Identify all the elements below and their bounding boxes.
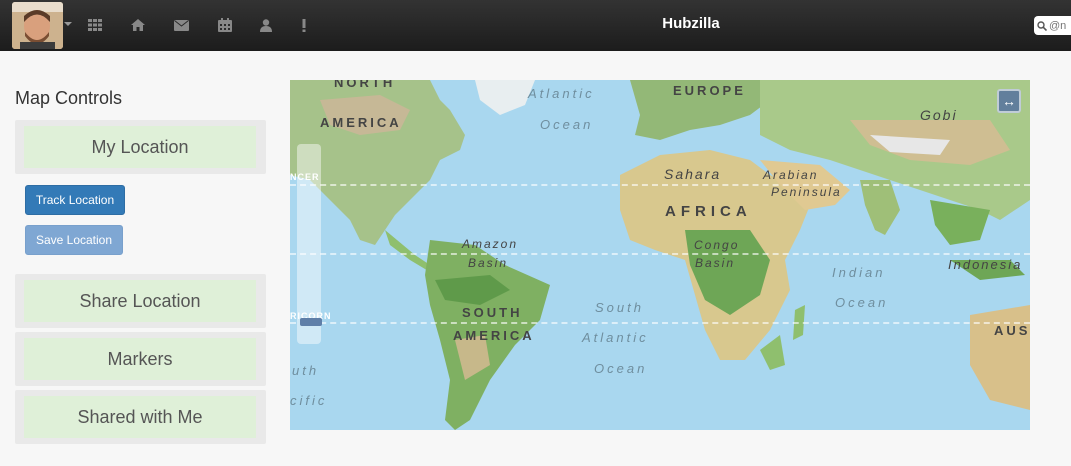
map-controls-sidebar: Map Controls My Location Track Location … <box>15 80 266 444</box>
profile-icon[interactable] <box>255 14 277 36</box>
shared-with-me-panel: Shared with Me <box>15 390 266 444</box>
markers-panel: Markers <box>15 332 266 386</box>
fullscreen-toggle-button[interactable]: ↔ <box>997 89 1021 113</box>
label-gobi: Gobi <box>920 107 958 123</box>
track-location-button[interactable]: Track Location <box>25 185 125 215</box>
avatar[interactable] <box>12 2 63 49</box>
label-congo: Congo <box>694 238 740 252</box>
label-atlantic-ocean-2: Ocean <box>540 117 594 132</box>
label-peninsula: Peninsula <box>771 185 842 199</box>
tropic-of-capricorn-line <box>290 322 1030 324</box>
label-sahara: Sahara <box>664 166 722 182</box>
my-location-button[interactable]: My Location <box>24 126 256 168</box>
home-icon[interactable] <box>127 14 149 36</box>
location-actions: Track Location Save Location <box>15 174 266 274</box>
zoom-slider-handle[interactable] <box>300 318 322 326</box>
label-north-america-2: AMERICA <box>320 115 402 130</box>
label-north-america-1: NORTH <box>334 80 396 90</box>
zoom-slider-track[interactable] <box>297 144 321 344</box>
label-indonesia: Indonesia <box>948 257 1023 272</box>
label-amazon: Amazon <box>462 237 519 251</box>
avatar-caret-icon[interactable] <box>64 22 72 26</box>
search-icon <box>1037 20 1047 31</box>
label-south-america-2: AMERICA <box>453 328 535 343</box>
label-south-pacific-2: cific <box>290 393 328 408</box>
label-australia: AUS <box>994 323 1030 338</box>
calendar-icon[interactable] <box>214 14 236 36</box>
mail-icon[interactable] <box>170 14 192 36</box>
world-map[interactable]: NORTH AMERICA Atlantic Ocean EUROPE Gobi… <box>290 80 1030 430</box>
share-location-button[interactable]: Share Location <box>24 280 256 322</box>
basemap[interactable] <box>290 80 1030 430</box>
save-location-button[interactable]: Save Location <box>25 225 123 255</box>
label-europe: EUROPE <box>673 83 746 98</box>
search-box[interactable] <box>1034 16 1071 35</box>
label-indian-ocean-2: Ocean <box>835 295 889 310</box>
sidebar-title: Map Controls <box>15 88 123 108</box>
label-arabian: Arabian <box>763 168 819 182</box>
search-input[interactable] <box>1047 19 1071 32</box>
label-south-atlantic-2: Atlantic <box>582 330 649 345</box>
label-south-pacific-1: uth <box>292 363 320 378</box>
brand-title[interactable]: Hubzilla <box>560 15 822 32</box>
label-atlantic-ocean-1: Atlantic <box>528 86 595 101</box>
label-south-atlantic-1: South <box>595 300 644 315</box>
label-south-america-1: SOUTH <box>462 305 523 320</box>
shared-with-me-button[interactable]: Shared with Me <box>24 396 256 438</box>
my-location-panel: My Location <box>15 120 266 174</box>
notifications-icon[interactable] <box>293 14 315 36</box>
label-congo-basin: Basin <box>695 256 736 270</box>
share-location-panel: Share Location <box>15 274 266 328</box>
top-navbar: Hubzilla <box>0 0 1071 51</box>
label-indian-ocean-1: Indian <box>832 265 886 280</box>
label-amazon-basin: Basin <box>468 256 509 270</box>
label-south-atlantic-3: Ocean <box>594 361 648 376</box>
equator-line <box>290 253 1030 255</box>
label-africa: AFRICA <box>665 203 752 220</box>
apps-grid-icon[interactable] <box>84 14 106 36</box>
tropic-of-cancer-line <box>290 184 1030 186</box>
markers-button[interactable]: Markers <box>24 338 256 380</box>
